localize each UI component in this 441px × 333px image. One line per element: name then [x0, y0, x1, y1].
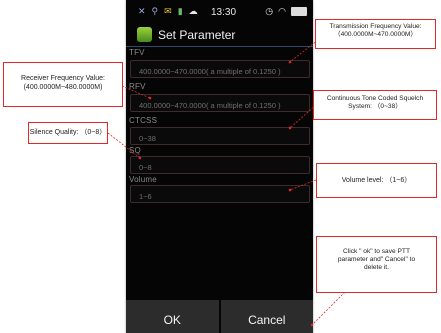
- app-icon: [137, 27, 152, 42]
- wifi-icon: ◠: [278, 6, 286, 16]
- rfv-callout-text: Receiver Frequency Value: (400.0000M~480…: [21, 75, 105, 91]
- ctcss-field[interactable]: [130, 127, 310, 147]
- title-bar: Set Parameter: [126, 24, 313, 47]
- rfv-input[interactable]: [131, 97, 309, 114]
- tfv-callout-text: Transmission Frequency Value: （400.0000M…: [329, 23, 422, 39]
- button-bar: OK Cancel: [126, 300, 313, 333]
- volume-input[interactable]: [131, 188, 309, 205]
- volume-field[interactable]: [130, 185, 310, 205]
- phone-screen: ✕ ⚲ ✉ ▮ ☁ 13:30 ◷ ◠ Set Parameter TFV RF…: [126, 0, 313, 333]
- rfv-field[interactable]: [130, 94, 310, 114]
- sq-label: SQ: [129, 146, 141, 155]
- tfv-callout: Transmission Frequency Value: （400.0000M…: [315, 19, 436, 49]
- buttons-callout: Click " ok" to save PTT parameter and" C…: [316, 236, 437, 293]
- ctcss-input[interactable]: [131, 130, 309, 147]
- tfv-input[interactable]: [131, 63, 309, 80]
- ok-button[interactable]: OK: [126, 300, 219, 333]
- ctcss-callout: Continuous Tone Coded Squelch System: （0…: [313, 90, 437, 120]
- rfv-label: RFV: [129, 82, 146, 91]
- status-bar: ✕ ⚲ ✉ ▮ ☁ 13:30 ◷ ◠: [126, 0, 313, 24]
- ctcss-callout-text: Continuous Tone Coded Squelch System: （0…: [326, 95, 424, 111]
- tfv-field[interactable]: [130, 60, 310, 80]
- buttons-arrow: [310, 291, 346, 327]
- sq-input[interactable]: [131, 159, 309, 176]
- tfv-label: TFV: [129, 48, 145, 57]
- cancel-button[interactable]: Cancel: [220, 300, 313, 333]
- rfv-callout: Receiver Frequency Value: (400.0000M~480…: [3, 62, 123, 107]
- sq-callout-text: Silence Quality: （0~8）: [29, 129, 107, 136]
- status-time: 13:30: [211, 7, 237, 18]
- cloud-icon: ☁: [188, 6, 198, 16]
- sd-card-icon: ▮: [177, 6, 183, 16]
- sq-field[interactable]: [130, 156, 310, 176]
- sq-callout: Silence Quality: （0~8）: [28, 122, 108, 144]
- usb-icon: ✕: [138, 6, 146, 16]
- usb-debug-icon: ⚲: [151, 6, 159, 16]
- buttons-callout-text: Click " ok" to save PTT parameter and" C…: [337, 248, 416, 272]
- page-title: Set Parameter: [158, 28, 236, 42]
- ctcss-label: CTCSS: [129, 116, 158, 125]
- battery-icon: [291, 6, 307, 16]
- volume-callout-text: Volume level: （1~6）: [341, 177, 412, 184]
- volume-label: Volume: [129, 175, 157, 184]
- volume-callout: Volume level: （1~6）: [316, 163, 437, 198]
- alarm-icon: ◷: [265, 6, 274, 16]
- message-icon: ✉: [164, 6, 172, 16]
